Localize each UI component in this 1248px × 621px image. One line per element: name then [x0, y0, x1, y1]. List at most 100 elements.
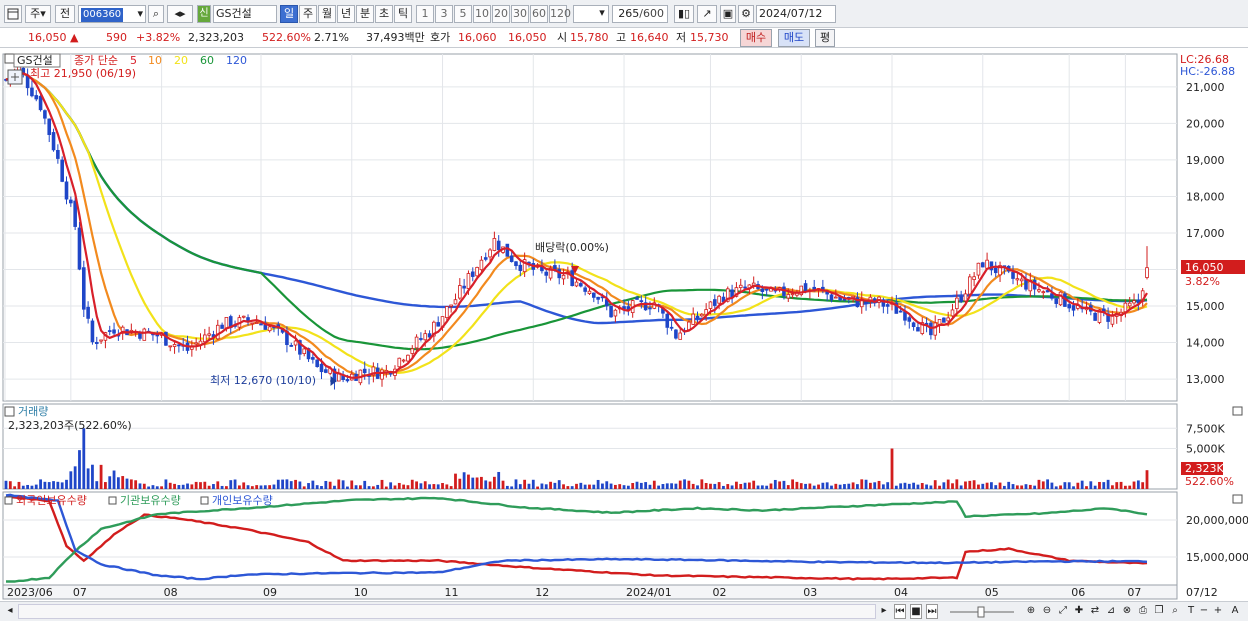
period-2-button[interactable]: 월	[318, 5, 336, 23]
candle-body	[1123, 302, 1128, 313]
candle-body	[976, 262, 981, 276]
candle-body	[764, 288, 769, 291]
chevron-down-icon[interactable]: ▾	[596, 5, 608, 23]
fit-icon[interactable]: ⤢	[1056, 604, 1070, 619]
volume-panel-toggle-icon[interactable]	[4, 406, 15, 417]
period-4-button[interactable]: 분	[356, 5, 374, 23]
hc-label: HC:-26.88	[1180, 65, 1235, 78]
volume-bar	[899, 483, 903, 489]
volume-bar	[4, 480, 8, 489]
volume-bar	[376, 484, 380, 489]
candle-body	[1050, 293, 1054, 299]
volume-bar	[359, 485, 362, 489]
link-icon[interactable]: ⊗	[1120, 604, 1134, 619]
save-icon[interactable]: ▣	[720, 5, 736, 23]
interval-10-button[interactable]: 10	[473, 5, 491, 23]
volume-bar	[402, 484, 406, 489]
search-icon[interactable]: ⌕	[1168, 604, 1182, 619]
volume-close-icon[interactable]	[1232, 406, 1243, 416]
plus-icon[interactable]: +	[1212, 604, 1224, 619]
zoom-in-icon[interactable]: ⊕	[1024, 604, 1038, 619]
candle-body	[449, 304, 453, 307]
x-axis-label: 07	[73, 586, 87, 599]
candle-body	[933, 322, 938, 336]
candle-type-icon[interactable]: ▮▯	[674, 5, 694, 23]
interval-1-button[interactable]: 1	[416, 5, 434, 23]
prev-stock-button[interactable]: 전	[55, 5, 75, 23]
zoom-slider[interactable]	[946, 604, 1018, 619]
go-last-icon[interactable]: ⏭	[926, 604, 938, 619]
volume-bar	[994, 485, 998, 489]
sell-button[interactable]: 매도	[778, 29, 810, 47]
volume-bar	[1072, 486, 1075, 489]
copy-icon[interactable]: ❐	[1152, 604, 1166, 619]
interval-60-button[interactable]: 60	[530, 5, 548, 23]
search-icon[interactable]: ⌕	[148, 5, 164, 23]
interval-20-button[interactable]: 20	[492, 5, 510, 23]
volume-bar	[631, 483, 635, 489]
font-size-icon[interactable]: A	[1228, 604, 1242, 619]
x-axis-label: 09	[263, 586, 277, 599]
volume-bar	[683, 479, 686, 489]
candle-body	[955, 297, 959, 310]
volume-bar	[116, 477, 120, 489]
chart-area[interactable]: 21,00020,00019,00018,00017,00016,00015,0…	[0, 52, 1248, 600]
period-1-button[interactable]: 주	[299, 5, 317, 23]
volume-bar	[56, 481, 60, 489]
period-3-button[interactable]: 년	[337, 5, 355, 23]
stock-name-field[interactable]: GS건설	[213, 5, 277, 23]
interval-30-button[interactable]: 30	[511, 5, 529, 23]
interval-120-button[interactable]: 120	[549, 5, 571, 23]
stock-code-input[interactable]: 006360 ▾	[78, 5, 146, 23]
candle-body	[743, 286, 747, 289]
period-0-button[interactable]: 일	[280, 5, 298, 23]
volume-bar	[704, 482, 708, 489]
speaker-icon[interactable]: ◂▸	[167, 5, 193, 23]
volume-bar	[428, 484, 431, 489]
interval-3-button[interactable]: 3	[435, 5, 453, 23]
date-input[interactable]: 2024/07/12	[756, 5, 836, 23]
text-icon[interactable]: T	[1184, 604, 1198, 619]
minus-icon[interactable]: −	[1198, 604, 1210, 619]
crosshair-icon[interactable]: ✚	[1072, 604, 1086, 619]
x-axis-label: 04	[894, 586, 908, 599]
buy-button[interactable]: 매수	[740, 29, 772, 47]
volume-bar	[160, 486, 163, 489]
interval-5-button[interactable]: 5	[454, 5, 472, 23]
print-icon[interactable]: ⎙	[1136, 604, 1150, 619]
volume-bar	[985, 482, 989, 489]
candle-body	[492, 238, 497, 251]
ruler-icon[interactable]: ⊿	[1104, 604, 1118, 619]
scroll-right-icon[interactable]: ▸	[878, 604, 890, 619]
stop-icon[interactable]: ■	[910, 604, 922, 619]
data-count-field[interactable]: 265/600	[612, 5, 668, 23]
volume-bar	[834, 483, 838, 489]
volume-bar	[1119, 481, 1123, 489]
zoom-out-icon[interactable]: ⊖	[1040, 604, 1054, 619]
scroll-track[interactable]	[18, 604, 876, 619]
candle-body	[470, 271, 475, 277]
volume-bar	[17, 481, 21, 489]
compare-icon[interactable]: ⇄	[1088, 604, 1102, 619]
candle-body	[678, 332, 683, 340]
volume-bar	[1128, 485, 1132, 489]
chart-scrollbar[interactable]: ◂ ▸ ⏮ ■ ⏭ ⊕ ⊖ ⤢ ✚ ⇄ ⊿ ⊗ ⎙ ❐ ⌕ T − + A	[0, 601, 1248, 621]
legend-ma-120: 120	[226, 54, 247, 67]
candle-body	[406, 354, 410, 362]
scroll-left-icon[interactable]: ◂	[4, 604, 16, 619]
chart-settings-icon[interactable]	[4, 5, 22, 23]
stock-chart-svg[interactable]: 21,00020,00019,00018,00017,00016,00015,0…	[0, 52, 1248, 600]
gear-icon[interactable]: ⚙	[738, 5, 754, 23]
volume-bar	[981, 483, 985, 489]
go-first-icon[interactable]: ⏮	[894, 604, 906, 619]
volume-bar	[246, 485, 250, 489]
holding-tick-label: 15,000,000	[1186, 551, 1248, 564]
drawing-tools-icon[interactable]: ↗	[697, 5, 717, 23]
period-6-button[interactable]: 틱	[394, 5, 412, 23]
volume-bar	[618, 484, 622, 489]
period-type-select[interactable]: 주▾	[25, 5, 51, 23]
period-5-button[interactable]: 초	[375, 5, 393, 23]
volume-bar	[920, 483, 924, 489]
holding-close-icon[interactable]	[1232, 494, 1243, 504]
eval-button[interactable]: 평	[815, 29, 835, 47]
